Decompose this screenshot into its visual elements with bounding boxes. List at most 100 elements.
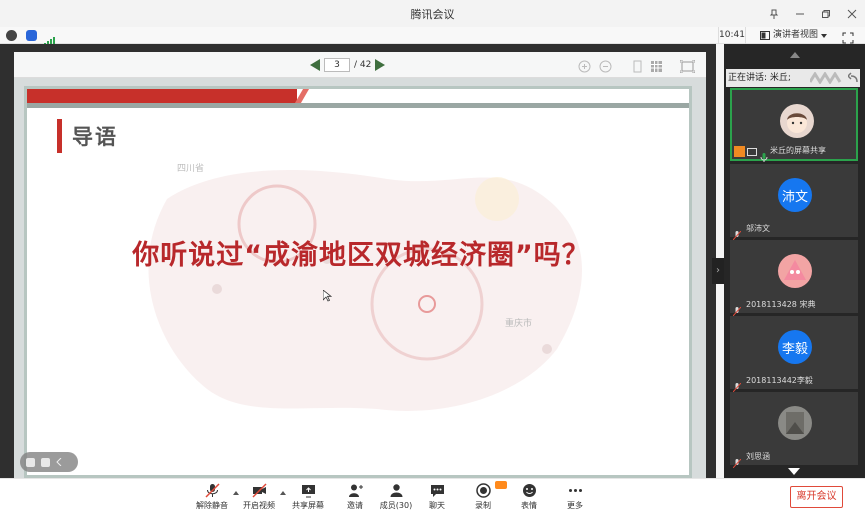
mic-muted-icon bbox=[732, 225, 742, 241]
mic-muted-icon bbox=[732, 377, 742, 393]
chat-icon bbox=[430, 485, 444, 497]
slide-heading-text: 导语 bbox=[72, 125, 118, 149]
panel-collapse-button[interactable]: › bbox=[712, 258, 724, 284]
avatar: 李毅 bbox=[778, 330, 812, 364]
clock-time: 10:41 bbox=[718, 27, 746, 44]
undo-icon[interactable] bbox=[848, 72, 858, 83]
pin-icon[interactable] bbox=[761, 0, 787, 27]
info-icon[interactable] bbox=[6, 30, 17, 41]
mic-muted-icon bbox=[732, 453, 742, 469]
share-screen-button[interactable]: 共享屏幕 bbox=[288, 483, 328, 513]
scroll-down-icon[interactable] bbox=[788, 468, 800, 475]
chat-button[interactable]: 聊天 bbox=[417, 483, 457, 513]
unmute-label: 解除静音 bbox=[196, 501, 228, 510]
comment-icon[interactable] bbox=[41, 457, 50, 467]
emoji-label: 表情 bbox=[521, 501, 537, 510]
members-icon bbox=[390, 484, 402, 497]
participant-name: 刘思涵 bbox=[746, 452, 770, 461]
meeting-toolbar: 解除静音 开启视频 共享屏幕 邀请 成员(30) 聊天 录制 表情 更多 离开会… bbox=[0, 478, 865, 513]
status-row: 10:41 演讲者视图 bbox=[0, 27, 865, 46]
meeting-window: 腾讯会议 10:41 演讲者视图 3 / 42 四川省 重庆市 导语 你听说过“… bbox=[0, 0, 865, 513]
start-video-label: 开启视频 bbox=[243, 501, 275, 510]
participant-tile[interactable]: 刘思涵 bbox=[730, 392, 858, 469]
mic-icon bbox=[760, 147, 768, 162]
map-label-sichuan: 四川省 bbox=[177, 164, 205, 174]
floating-controls[interactable] bbox=[20, 452, 78, 472]
share-screen-label: 共享屏幕 bbox=[292, 501, 324, 510]
speaking-indicator: 正在讲话: 米丘; bbox=[726, 69, 860, 87]
more-label: 更多 bbox=[567, 501, 583, 510]
record-icon bbox=[475, 483, 491, 498]
invite-label: 邀请 bbox=[347, 501, 363, 510]
window-title: 腾讯会议 bbox=[410, 7, 455, 21]
participant-name: 邬沛文 bbox=[746, 224, 770, 233]
view-mode-label: 演讲者视图 bbox=[773, 30, 819, 40]
prev-page-icon[interactable] bbox=[310, 59, 320, 71]
mic-muted-icon bbox=[732, 301, 742, 317]
participant-tile[interactable]: 2018113428 宋典 bbox=[730, 240, 858, 317]
fit-page-icon[interactable] bbox=[679, 58, 696, 74]
annotation-icon[interactable] bbox=[26, 457, 35, 467]
slide-page: 四川省 重庆市 导语 你听说过“成渝地区双城经济圈”吗？ bbox=[24, 86, 692, 478]
slide-question: 你听说过“成渝地区双城经济圈”吗？ bbox=[132, 240, 590, 271]
background-map bbox=[148, 170, 582, 411]
minimize-icon[interactable] bbox=[787, 0, 813, 27]
avatar: 沛文 bbox=[778, 178, 812, 212]
participant-tile[interactable]: 沛文 邬沛文 bbox=[730, 164, 858, 241]
speaking-wave-icon bbox=[810, 72, 842, 84]
speaking-label: 正在讲话: 米丘; bbox=[728, 73, 791, 83]
host-icon bbox=[734, 146, 745, 157]
mouse-pointer-icon bbox=[323, 290, 332, 302]
start-video-button[interactable]: 开启视频 bbox=[239, 483, 279, 513]
more-icon bbox=[568, 489, 582, 492]
new-badge bbox=[495, 481, 507, 489]
view-mode-dropdown[interactable]: 演讲者视图 bbox=[760, 27, 828, 44]
page-number-input[interactable]: 3 bbox=[324, 58, 350, 72]
emoji-button[interactable]: 表情 bbox=[509, 483, 549, 513]
title-bar: 腾讯会议 bbox=[0, 0, 865, 27]
pdf-toolbar: 3 / 42 bbox=[14, 52, 706, 78]
layout-icon bbox=[760, 31, 770, 40]
avatar bbox=[778, 406, 812, 440]
screen-share-icon bbox=[747, 148, 757, 156]
scroll-up-icon[interactable] bbox=[790, 52, 800, 58]
shared-screen-area: 3 / 42 四川省 重庆市 导语 你听说过“成渝地区双城经济圈”吗？ bbox=[0, 44, 716, 478]
shield-icon[interactable] bbox=[26, 30, 37, 41]
invite-button[interactable]: 邀请 bbox=[335, 483, 375, 513]
avatar bbox=[778, 254, 812, 288]
next-page-icon[interactable] bbox=[375, 59, 386, 71]
fullscreen-icon[interactable] bbox=[842, 29, 854, 44]
chevron-left-icon[interactable] bbox=[56, 458, 62, 466]
zoom-out-icon[interactable] bbox=[599, 58, 612, 73]
participant-tile[interactable]: 李毅 2018113442李毅 bbox=[730, 316, 858, 393]
members-label: 成员(30) bbox=[379, 501, 413, 510]
participant-name: 米丘的屏幕共享 bbox=[770, 146, 826, 155]
single-page-icon[interactable] bbox=[631, 58, 644, 73]
unmute-button[interactable]: 解除静音 bbox=[192, 483, 232, 513]
close-icon[interactable] bbox=[839, 0, 865, 27]
avatar bbox=[780, 104, 814, 138]
chat-label: 聊天 bbox=[429, 501, 445, 510]
heading-accent-bar bbox=[57, 119, 62, 153]
zoom-in-icon[interactable] bbox=[578, 58, 591, 73]
grid-view-icon[interactable] bbox=[650, 58, 663, 72]
participants-panel: 正在讲话: 米丘; 米丘的屏幕共享 沛文 邬沛文 2018113428 宋典 李… bbox=[724, 44, 865, 478]
map-label-chongqing: 重庆市 bbox=[505, 319, 533, 329]
participant-name: 2018113428 宋典 bbox=[746, 300, 816, 309]
page-total: / 42 bbox=[354, 60, 372, 70]
more-button[interactable]: 更多 bbox=[555, 483, 595, 513]
leave-meeting-button[interactable]: 离开会议 bbox=[790, 486, 843, 508]
mic-muted-icon bbox=[204, 483, 220, 498]
pdf-viewer: 3 / 42 四川省 重庆市 导语 你听说过“成渝地区双城经济圈”吗？ bbox=[14, 52, 706, 478]
window-controls bbox=[761, 0, 865, 27]
invite-icon bbox=[348, 484, 363, 497]
emoji-icon bbox=[522, 484, 536, 497]
restore-icon[interactable] bbox=[813, 0, 839, 27]
video-options-caret[interactable] bbox=[280, 491, 286, 495]
share-screen-icon bbox=[301, 485, 315, 498]
chevron-down-icon bbox=[821, 33, 828, 38]
participant-tile[interactable]: 米丘的屏幕共享 bbox=[730, 88, 858, 162]
camera-off-icon bbox=[251, 483, 267, 498]
members-button[interactable]: 成员(30) bbox=[376, 483, 416, 513]
slide-heading: 导语 bbox=[57, 119, 118, 153]
